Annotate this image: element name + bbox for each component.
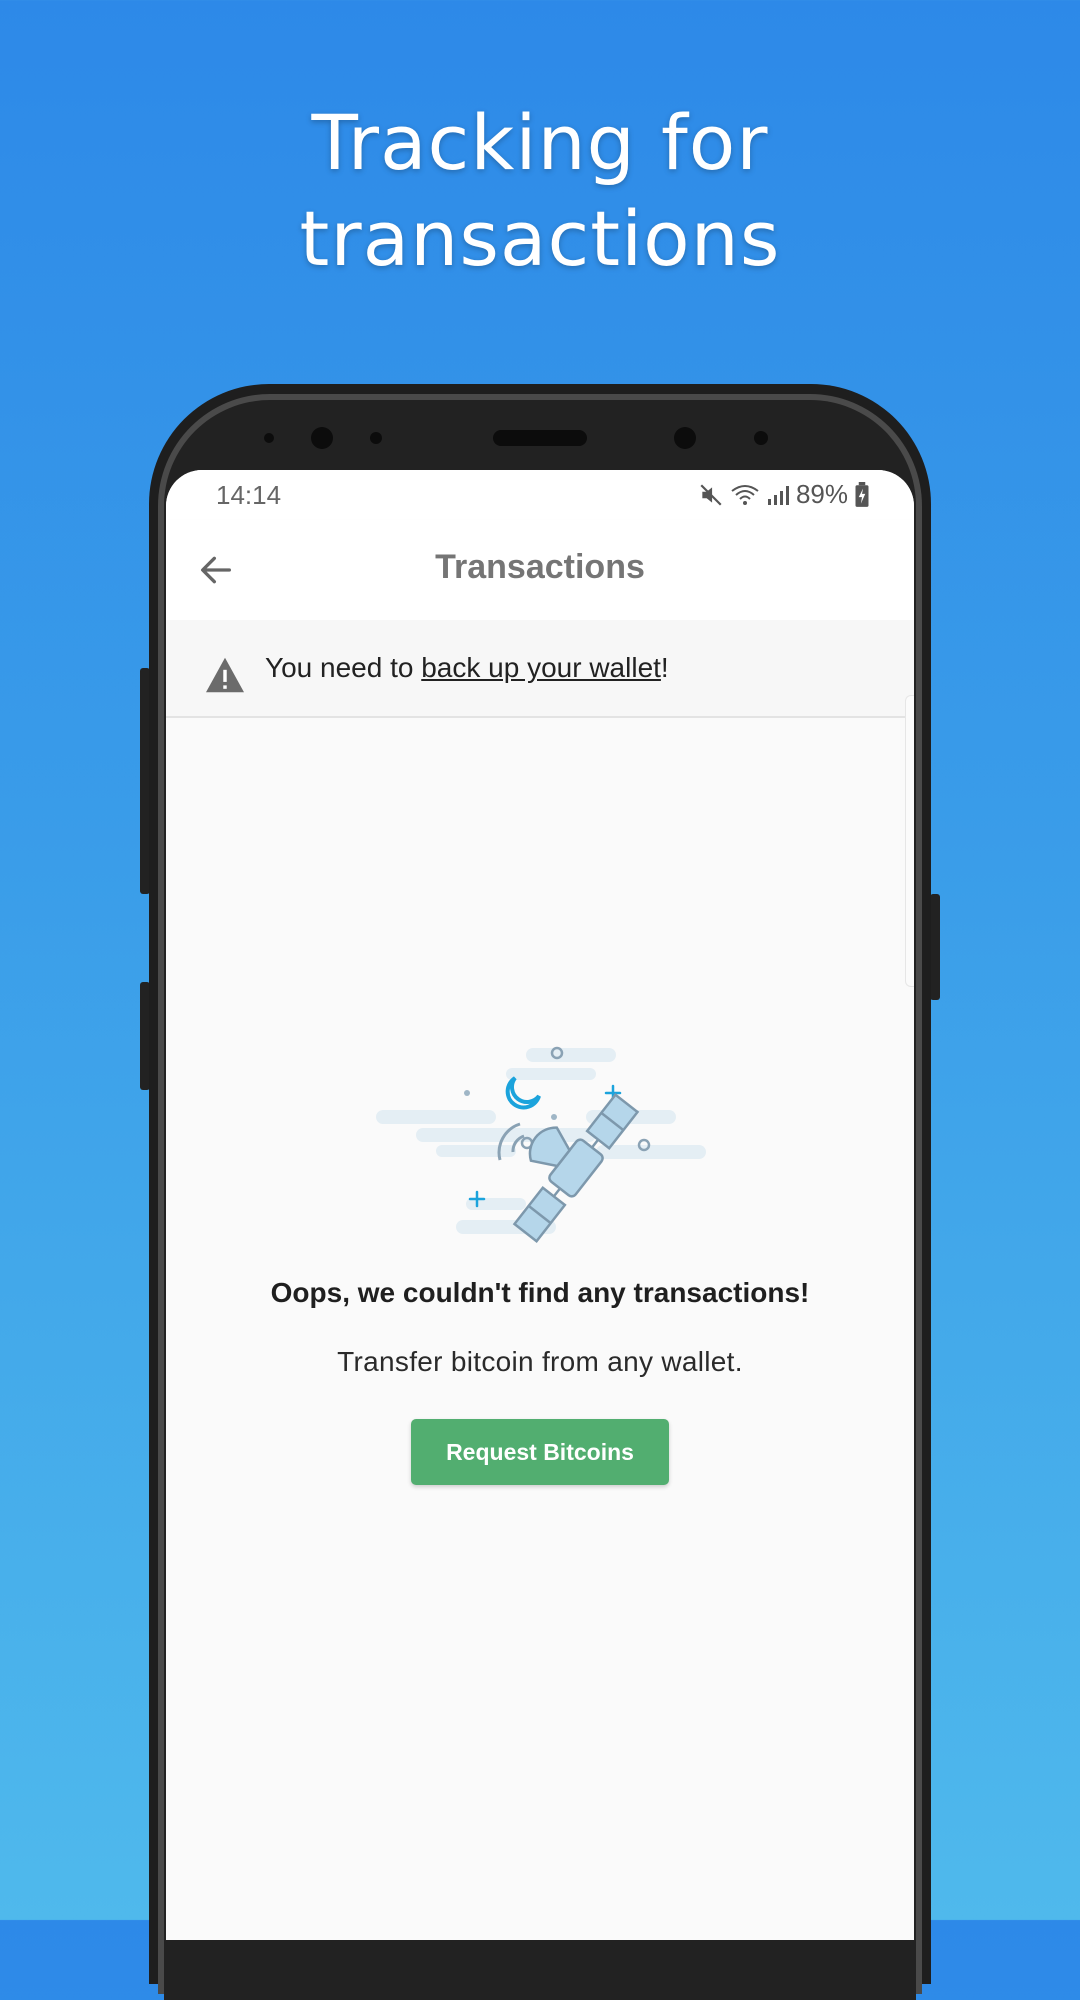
banner-prefix: You need to xyxy=(265,652,422,683)
mute-icon xyxy=(700,483,722,506)
front-camera-icon xyxy=(311,427,333,449)
battery-charging-icon xyxy=(855,481,869,507)
banner-message: You need to back up your wallet! xyxy=(265,652,669,684)
empty-state-subtitle: Transfer bitcoin from any wallet. xyxy=(337,1346,743,1377)
phone-screen: 14:14 89% Transactions You need to back … xyxy=(166,470,914,1940)
earpiece-speaker xyxy=(493,430,587,446)
iris-camera-icon xyxy=(674,427,696,449)
status-icons: 89% xyxy=(698,479,870,510)
request-bitcoins-button[interactable]: Request Bitcoins xyxy=(411,1419,669,1485)
sensor-dot-icon xyxy=(370,432,382,444)
sensor-dot-icon xyxy=(754,431,768,445)
headline-line-1: Tracking for xyxy=(311,98,769,187)
headline-line-2: transactions xyxy=(299,194,781,283)
backup-wallet-link[interactable]: back up your wallet xyxy=(421,652,661,683)
empty-state-title: Oops, we couldn't find any transactions! xyxy=(270,1277,810,1308)
satellite-illustration xyxy=(376,1046,706,1243)
battery-percent: 89% xyxy=(795,479,848,509)
backup-warning-banner: You need to back up your wallet! xyxy=(166,620,914,718)
signal-icon xyxy=(767,485,789,505)
banner-suffix: ! xyxy=(660,652,669,683)
status-time: 14:14 xyxy=(216,480,282,510)
side-panel-edge xyxy=(905,695,914,987)
warning-icon xyxy=(206,657,244,693)
status-bar: 14:14 89% xyxy=(166,470,914,520)
promo-headline: Tracking for transactions xyxy=(0,95,1080,287)
phone-power-button xyxy=(930,894,940,1000)
wifi-icon xyxy=(731,484,759,505)
app-bar: Transactions xyxy=(166,520,914,620)
sensor-dot-icon xyxy=(264,433,274,443)
page-title: Transactions xyxy=(435,548,645,586)
